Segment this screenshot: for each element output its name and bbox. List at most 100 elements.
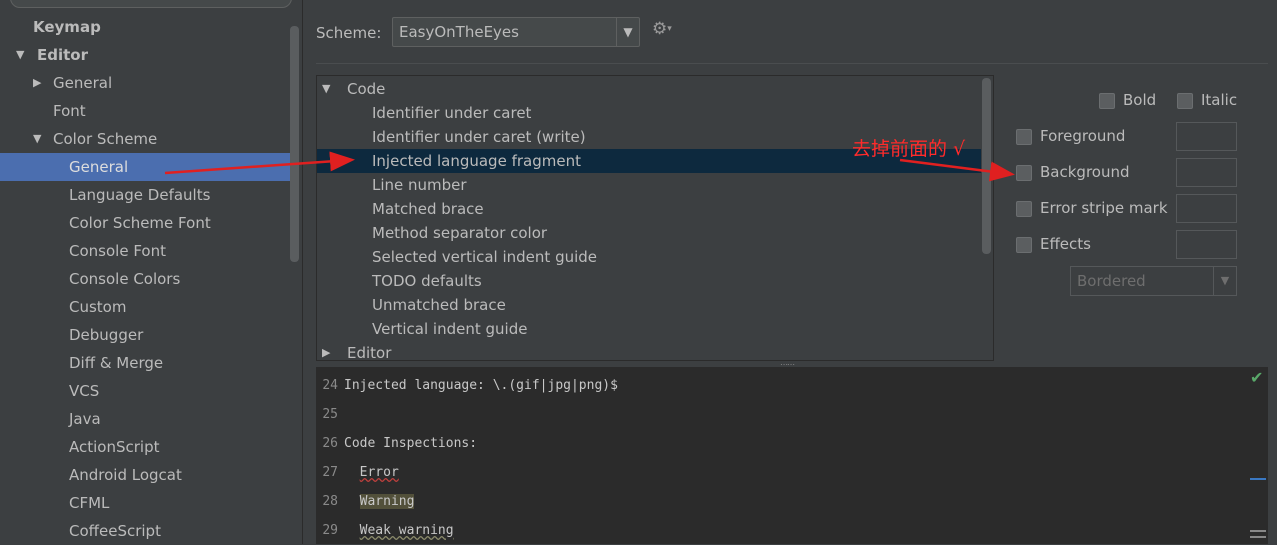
attribute-item[interactable]: Vertical indent guide: [317, 317, 981, 341]
sidebar-item[interactable]: ▼ Color Scheme: [0, 125, 290, 153]
sidebar-item[interactable]: ActionScript: [0, 433, 290, 461]
sidebar-item[interactable]: Font: [0, 97, 290, 125]
sidebar-item[interactable]: Debugger: [0, 321, 290, 349]
sidebar-item-label: Keymap: [33, 18, 101, 36]
settings-sidebar: Keymap ▼ Editor ▶ General Font ▼ Color Scheme Ge…: [0, 0, 303, 544]
sidebar-item[interactable]: General: [0, 153, 290, 181]
sidebar-item-label: CoffeeScript: [69, 522, 161, 540]
check-icon: ✔: [1250, 368, 1264, 387]
code-line: 26 Code Inspections:: [316, 429, 477, 458]
sidebar-item-label: ActionScript: [69, 438, 160, 456]
attribute-item-label: Matched brace: [372, 200, 484, 218]
scheme-dropdown[interactable]: EasyOnTheEyes ▼: [392, 17, 640, 47]
sidebar-item-label: VCS: [69, 382, 100, 400]
attribute-item[interactable]: Unmatched brace: [317, 293, 981, 317]
sidebar-item-label: Android Logcat: [69, 466, 182, 484]
error-stripe-checkbox[interactable]: [1016, 201, 1032, 217]
line-number: 26: [322, 436, 338, 451]
attribute-item[interactable]: TODO defaults: [317, 269, 981, 293]
collapsed-arrow-icon[interactable]: ▶: [322, 341, 330, 360]
sidebar-item-label: Debugger: [69, 326, 144, 344]
attribute-item[interactable]: Line number: [317, 173, 981, 197]
code-line: 25: [316, 400, 344, 429]
divider: [316, 63, 1268, 64]
attribute-item-label: Selected vertical indent guide: [372, 248, 598, 266]
attribute-item[interactable]: Selected vertical indent guide: [317, 245, 981, 269]
attribute-item[interactable]: Method separator color: [317, 221, 981, 245]
sidebar-item-label: Custom: [69, 298, 127, 316]
sidebar-item[interactable]: CFML: [0, 489, 290, 517]
sidebar-item-label: Color Scheme Font: [69, 214, 211, 232]
chevron-down-icon[interactable]: ▼: [1213, 267, 1236, 295]
line-number: 25: [322, 407, 338, 422]
expanded-arrow-icon[interactable]: ▼: [33, 125, 41, 153]
sidebar-item-label: Java: [69, 410, 101, 428]
code-line: 29 Weak warning: [316, 516, 454, 544]
expanded-arrow-icon[interactable]: ▼: [322, 77, 330, 101]
foreground-color-swatch[interactable]: [1176, 122, 1237, 151]
italic-checkbox[interactable]: [1177, 93, 1193, 109]
sidebar-item[interactable]: ▼ Editor: [0, 41, 290, 69]
sidebar-item-label: General: [69, 158, 129, 176]
annotation-text: 去掉前面的 √: [852, 138, 966, 160]
code-line: 24 Injected language: \.(gif|jpg|png)$: [316, 371, 618, 400]
background-label: Background: [1040, 163, 1130, 181]
attribute-item[interactable]: ▼ Code: [317, 77, 981, 101]
settings-search-input[interactable]: [10, 0, 292, 8]
sidebar-item[interactable]: Diff & Merge: [0, 349, 290, 377]
sidebar-item[interactable]: Java: [0, 405, 290, 433]
sidebar-item[interactable]: Language Defaults: [0, 181, 290, 209]
sidebar-item[interactable]: VCS: [0, 377, 290, 405]
line-number: 27: [322, 465, 338, 480]
code-line: 27 Error: [316, 458, 399, 487]
expanded-arrow-icon[interactable]: ▼: [16, 41, 24, 69]
attribute-item-label: Line number: [372, 176, 467, 194]
effect-type-dropdown[interactable]: Bordered ▼: [1070, 266, 1237, 296]
effect-type-value: Bordered: [1077, 272, 1146, 290]
sidebar-item-label: General: [53, 74, 113, 92]
gear-icon[interactable]: ⚙▾: [652, 19, 672, 39]
scheme-preview-editor[interactable]: 24 Injected language: \.(gif|jpg|png)$ 25 2…: [316, 367, 1268, 544]
sidebar-item[interactable]: Android Logcat: [0, 461, 290, 489]
error-stripe-color-swatch[interactable]: [1176, 194, 1237, 223]
stripe-marker: [1250, 478, 1266, 480]
attribute-item[interactable]: ▶ Editor: [317, 341, 981, 360]
sidebar-scrollbar[interactable]: [290, 26, 299, 262]
sidebar-item[interactable]: ▶ General: [0, 69, 290, 97]
attribute-item[interactable]: Identifier under caret: [317, 101, 981, 125]
background-color-swatch[interactable]: [1176, 158, 1237, 187]
line-number: 28: [322, 494, 338, 509]
attribute-item-label: Method separator color: [372, 224, 548, 242]
collapsed-arrow-icon[interactable]: ▶: [33, 69, 41, 97]
code-token: Injected language: \.(gif|jpg|png)$: [344, 378, 618, 393]
effects-color-swatch[interactable]: [1176, 230, 1237, 259]
attribute-item-label: Identifier under caret (write): [372, 128, 586, 146]
sidebar-item[interactable]: Keymap: [0, 13, 290, 41]
code-token: Warning: [359, 494, 415, 509]
sidebar-item[interactable]: Console Font: [0, 237, 290, 265]
chevron-down-icon[interactable]: ▼: [616, 18, 639, 46]
code-token: Error: [359, 465, 399, 480]
sidebar-item[interactable]: Console Colors: [0, 265, 290, 293]
foreground-checkbox[interactable]: [1016, 129, 1032, 145]
attribute-item[interactable]: Matched brace: [317, 197, 981, 221]
attributes-scrollbar[interactable]: [982, 78, 991, 254]
sidebar-item-label: Console Colors: [69, 270, 181, 288]
sidebar-item-label: Editor: [37, 46, 88, 64]
bold-checkbox[interactable]: [1099, 93, 1115, 109]
foreground-label: Foreground: [1040, 127, 1126, 145]
effects-checkbox[interactable]: [1016, 237, 1032, 253]
scheme-value: EasyOnTheEyes: [399, 23, 519, 41]
sidebar-item[interactable]: Custom: [0, 293, 290, 321]
attribute-item-label: Vertical indent guide: [372, 320, 528, 338]
attributes-tree: ▼ Code Identifier under caret Identifier un…: [316, 75, 994, 361]
background-checkbox[interactable]: [1016, 165, 1032, 181]
stripe-marker: [1250, 530, 1266, 532]
sidebar-item[interactable]: CoffeeScript: [0, 517, 290, 545]
effects-label: Effects: [1040, 235, 1091, 253]
sidebar-item-label: Diff & Merge: [69, 354, 164, 372]
code-token: Weak warning: [359, 523, 454, 538]
sidebar-item[interactable]: Color Scheme Font: [0, 209, 290, 237]
